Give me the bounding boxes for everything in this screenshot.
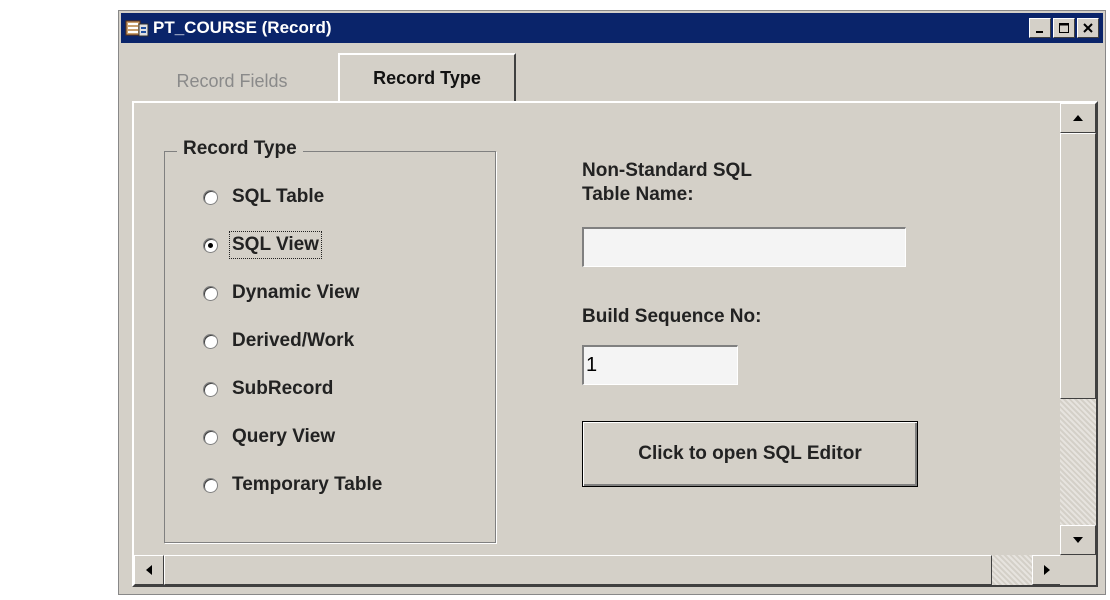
radio-button[interactable]: [203, 477, 218, 493]
down-arrow-icon: [1073, 537, 1083, 543]
record-type-legend: Record Type: [177, 138, 303, 160]
radio-button[interactable]: [203, 381, 218, 397]
minimize-icon: [1036, 31, 1043, 33]
record-window: PT_COURSE (Record) Record Fields Record …: [118, 10, 1106, 595]
radio-sql-view[interactable]: SQL View: [203, 231, 322, 259]
minimize-button[interactable]: [1029, 18, 1051, 38]
radio-button-selected[interactable]: [203, 237, 218, 253]
build-sequence-label: Build Sequence No:: [582, 306, 762, 327]
maximize-button[interactable]: [1053, 18, 1075, 38]
panel-content: Record Type SQL Table SQL View Dynamic V…: [134, 103, 1062, 555]
close-icon: [1083, 23, 1093, 33]
radio-label: Query View: [232, 426, 336, 447]
horizontal-scrollbar[interactable]: [134, 555, 1062, 585]
scrollbar-corner: [1060, 555, 1096, 585]
radio-button[interactable]: [203, 333, 218, 349]
radio-label: SubRecord: [232, 378, 334, 399]
radio-button[interactable]: [203, 429, 218, 445]
radio-temporary-table[interactable]: Temporary Table: [203, 474, 382, 496]
record-type-panel: Record Type SQL Table SQL View Dynamic V…: [132, 101, 1098, 587]
open-sql-editor-button[interactable]: Click to open SQL Editor: [582, 421, 918, 487]
close-button[interactable]: [1077, 18, 1099, 38]
maximize-icon: [1059, 23, 1069, 33]
scroll-up-button[interactable]: [1060, 103, 1096, 133]
vertical-scrollbar[interactable]: [1060, 103, 1096, 555]
record-type-groupbox: Record Type SQL Table SQL View Dynamic V…: [164, 138, 496, 543]
build-sequence-input[interactable]: 1: [582, 345, 738, 385]
nonstandard-sql-label-line2: Table Name:: [582, 184, 694, 205]
radio-label: Dynamic View: [232, 282, 360, 303]
title-bar[interactable]: PT_COURSE (Record): [121, 13, 1103, 43]
vertical-scroll-thumb[interactable]: [1060, 133, 1096, 399]
radio-derived-work[interactable]: Derived/Work: [203, 330, 354, 352]
up-arrow-icon: [1073, 115, 1083, 121]
right-arrow-icon: [1044, 565, 1050, 575]
radio-dynamic-view[interactable]: Dynamic View: [203, 282, 359, 304]
window-title: PT_COURSE (Record): [153, 18, 332, 37]
record-app-icon: [125, 20, 149, 37]
tab-record-type[interactable]: Record Type: [338, 53, 516, 101]
horizontal-scroll-thumb[interactable]: [164, 555, 992, 585]
scroll-left-button[interactable]: [134, 555, 164, 585]
scroll-right-button[interactable]: [1032, 555, 1062, 585]
tab-record-fields[interactable]: Record Fields: [132, 61, 332, 101]
radio-selected-dot: [208, 242, 213, 248]
nonstandard-table-name-input[interactable]: [582, 227, 906, 267]
radio-button[interactable]: [203, 285, 218, 301]
left-arrow-icon: [146, 565, 152, 575]
radio-label: SQL View: [229, 231, 322, 259]
scroll-down-button[interactable]: [1060, 525, 1096, 555]
radio-label: Derived/Work: [232, 330, 355, 351]
radio-label: SQL Table: [232, 186, 325, 207]
radio-button[interactable]: [203, 189, 218, 205]
radio-query-view[interactable]: Query View: [203, 426, 335, 448]
radio-subrecord[interactable]: SubRecord: [203, 378, 333, 400]
radio-label: Temporary Table: [232, 474, 383, 495]
nonstandard-sql-label-line1: Non-Standard SQL: [582, 160, 752, 181]
radio-sql-table[interactable]: SQL Table: [203, 186, 324, 208]
